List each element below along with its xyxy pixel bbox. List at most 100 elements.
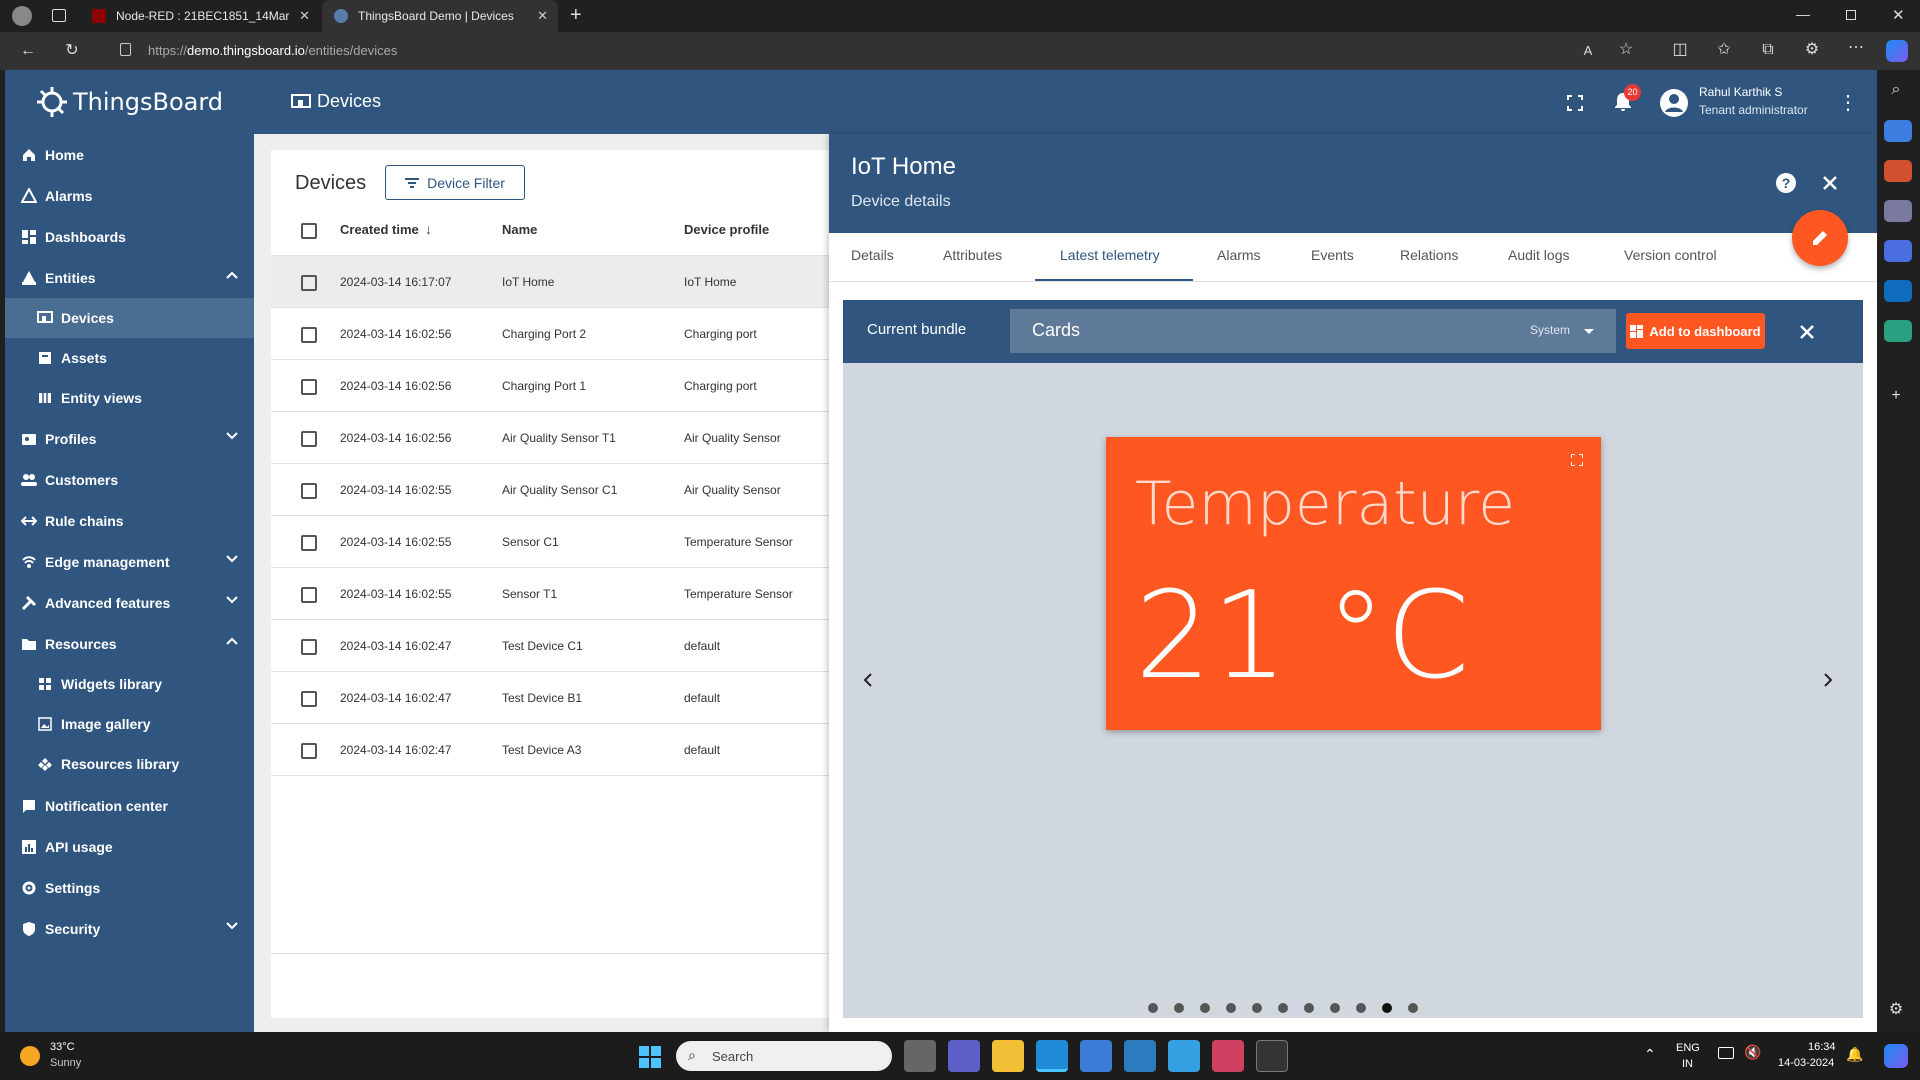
close-details-icon[interactable] <box>1823 176 1837 190</box>
close-tab-icon[interactable]: ✕ <box>537 8 548 24</box>
select-all-checkbox[interactable] <box>301 223 317 239</box>
carousel-dot[interactable] <box>1278 1003 1288 1013</box>
weather-sun-icon[interactable] <box>20 1046 40 1066</box>
browser-tab-thingsboard[interactable]: ThingsBoard Demo | Devices ✕ <box>322 0 558 32</box>
temperature-widget-card[interactable]: Temperature 21 °C <box>1106 437 1601 730</box>
column-header-device-profile[interactable]: Device profile <box>684 222 769 237</box>
sidebar-item-home[interactable]: Home <box>5 134 254 175</box>
tab-alarms[interactable]: Alarms <box>1217 247 1261 263</box>
help-icon[interactable]: ? <box>1775 172 1797 194</box>
table-row[interactable]: 2024-03-14 16:02:56 Charging Port 2 Char… <box>271 308 829 360</box>
sidebar-item-api-usage[interactable]: API usage <box>5 826 254 867</box>
table-row[interactable]: 2024-03-14 16:02:55 Air Quality Sensor C… <box>271 464 829 516</box>
refresh-icon[interactable]: ↻ <box>60 41 84 61</box>
bundle-select[interactable]: Cards System <box>1010 309 1616 353</box>
row-checkbox[interactable] <box>301 743 317 759</box>
fullscreen-icon[interactable] <box>1567 95 1583 111</box>
device-filter-button[interactable]: Device Filter <box>385 165 525 200</box>
copilot-sidebar-icon[interactable] <box>1884 240 1912 262</box>
file-explorer-icon[interactable] <box>992 1040 1024 1072</box>
restore-icon[interactable] <box>1846 10 1856 20</box>
user-menu-icon[interactable]: ⋮ <box>1838 90 1858 115</box>
tab-relations[interactable]: Relations <box>1400 247 1458 263</box>
carousel-dot[interactable] <box>1148 1003 1158 1013</box>
read-aloud-icon[interactable]: A <box>1576 41 1600 61</box>
edge-browser-icon[interactable] <box>1036 1040 1068 1072</box>
close-window-icon[interactable]: ✕ <box>1892 6 1905 24</box>
row-checkbox[interactable] <box>301 639 317 655</box>
tab-details[interactable]: Details <box>851 247 894 263</box>
column-header-created-time[interactable]: Created time <box>340 222 419 237</box>
widget-fullscreen-icon[interactable] <box>1571 454 1583 466</box>
favorite-star-icon[interactable]: ☆ <box>1614 40 1638 60</box>
outlook-icon[interactable] <box>1884 280 1912 302</box>
table-row[interactable]: 2024-03-14 16:02:55 Sensor T1 Temperatur… <box>271 568 829 620</box>
windows-start-icon[interactable] <box>639 1046 661 1068</box>
favorites-icon[interactable]: ✩ <box>1712 40 1736 60</box>
snipping-tool-icon[interactable] <box>1212 1040 1244 1072</box>
row-checkbox[interactable] <box>301 535 317 551</box>
row-checkbox[interactable] <box>301 587 317 603</box>
row-checkbox[interactable] <box>301 691 317 707</box>
carousel-dot[interactable] <box>1330 1003 1340 1013</box>
tab-audit-logs[interactable]: Audit logs <box>1508 247 1569 263</box>
network-icon[interactable] <box>1718 1047 1734 1059</box>
row-checkbox[interactable] <box>301 379 317 395</box>
sidebar-item-devices[interactable]: Devices <box>5 298 254 338</box>
sidebar-item-settings[interactable]: Settings <box>5 867 254 908</box>
row-checkbox[interactable] <box>301 431 317 447</box>
sidebar-item-resources[interactable]: Resources <box>5 623 254 664</box>
volume-icon[interactable]: 🔇 <box>1744 1044 1761 1061</box>
profile-avatar[interactable] <box>12 6 32 26</box>
table-row[interactable]: 2024-03-14 16:02:55 Sensor C1 Temperatur… <box>271 516 829 568</box>
sidebar-item-entities[interactable]: Entities <box>5 257 254 298</box>
close-bundle-icon[interactable] <box>1800 325 1814 339</box>
carousel-dot[interactable] <box>1252 1003 1262 1013</box>
carousel-dot[interactable] <box>1200 1003 1210 1013</box>
close-tab-icon[interactable]: ✕ <box>299 8 310 24</box>
row-checkbox[interactable] <box>301 327 317 343</box>
new-tab-icon[interactable]: + <box>570 4 582 27</box>
extensions-icon[interactable]: ⚙ <box>1800 40 1824 60</box>
more-menu-icon[interactable]: ⋯ <box>1844 38 1868 58</box>
carousel-dot[interactable] <box>1304 1003 1314 1013</box>
tab-version-control[interactable]: Version control <box>1624 247 1717 263</box>
table-row[interactable]: 2024-03-14 16:02:56 Charging Port 1 Char… <box>271 360 829 412</box>
minimize-icon[interactable]: — <box>1796 6 1810 22</box>
sidebar-item-alarms[interactable]: Alarms <box>5 175 254 216</box>
sidebar-item-advanced-features[interactable]: Advanced features <box>5 582 254 623</box>
column-header-name[interactable]: Name <box>502 222 537 237</box>
tab-events[interactable]: Events <box>1311 247 1354 263</box>
row-checkbox[interactable] <box>301 275 317 291</box>
carousel-dot[interactable] <box>1174 1003 1184 1013</box>
user-avatar-icon[interactable] <box>1659 88 1689 118</box>
table-row[interactable]: 2024-03-14 16:02:56 Air Quality Sensor T… <box>271 412 829 464</box>
sidebar-item-image-gallery[interactable]: Image gallery <box>5 704 254 744</box>
table-row[interactable]: 2024-03-14 16:02:47 Test Device C1 defau… <box>271 620 829 672</box>
help-app-icon[interactable] <box>1168 1040 1200 1072</box>
sidebar-item-dashboards[interactable]: Dashboards <box>5 216 254 257</box>
clock-time[interactable]: 16:34 <box>1808 1041 1836 1053</box>
edit-fab-button[interactable] <box>1792 210 1848 266</box>
tab-latest-telemetry[interactable]: Latest telemetry <box>1060 247 1160 263</box>
games-icon[interactable] <box>1884 200 1912 222</box>
url-field[interactable]: https://demo.thingsboard.io/entities/dev… <box>110 38 1610 64</box>
sidebar-item-security[interactable]: Security <box>5 908 254 949</box>
edge-search-icon[interactable]: ⌕ <box>1884 80 1908 100</box>
carousel-prev-icon[interactable] <box>863 672 873 688</box>
store-icon[interactable] <box>1080 1040 1112 1072</box>
split-screen-icon[interactable]: ◫ <box>1668 40 1692 60</box>
taskbar-search-box[interactable]: ⌕ Search <box>676 1041 892 1071</box>
sidebar-item-customers[interactable]: Customers <box>5 459 254 500</box>
table-row[interactable]: 2024-03-14 16:02:47 Test Device B1 defau… <box>271 672 829 724</box>
copilot-icon[interactable] <box>1886 40 1908 62</box>
sidebar-item-entity-views[interactable]: Entity views <box>5 378 254 418</box>
add-sidebar-app-icon[interactable]: + <box>1884 386 1908 406</box>
carousel-dot[interactable] <box>1226 1003 1236 1013</box>
copilot-taskbar-icon[interactable] <box>1884 1044 1908 1068</box>
sidebar-item-profiles[interactable]: Profiles <box>5 418 254 459</box>
drop-icon[interactable] <box>1884 320 1912 342</box>
teams-icon[interactable] <box>948 1040 980 1072</box>
language-code[interactable]: ENG <box>1676 1042 1700 1054</box>
sidebar-item-rule-chains[interactable]: Rule chains <box>5 500 254 541</box>
